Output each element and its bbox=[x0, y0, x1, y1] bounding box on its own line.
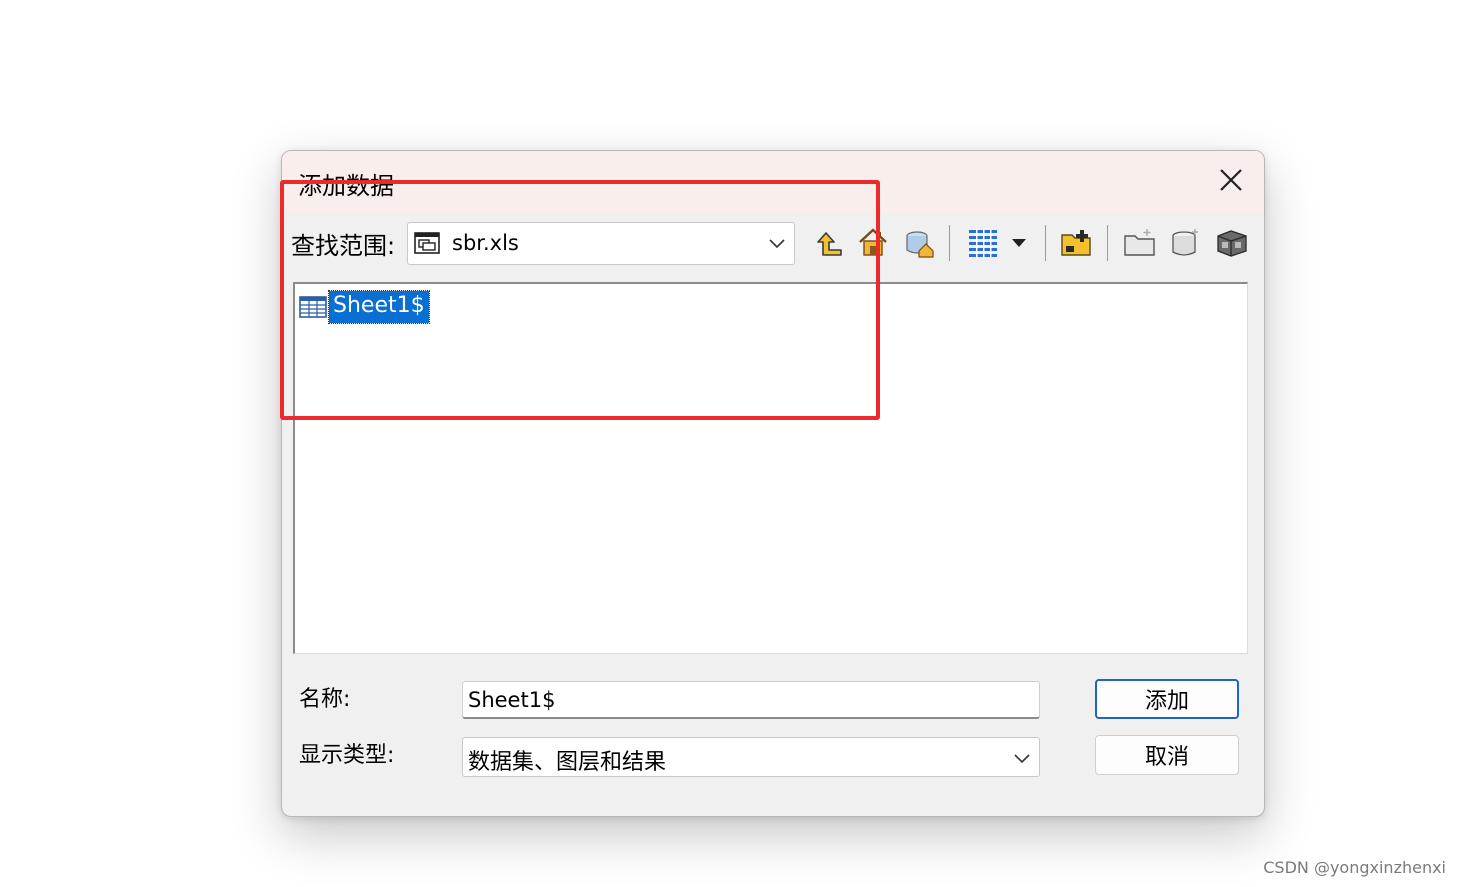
home-icon bbox=[859, 228, 887, 256]
catalog-options-icon bbox=[1217, 230, 1247, 257]
name-input[interactable] bbox=[462, 681, 1040, 719]
new-folder-button[interactable] bbox=[1123, 225, 1157, 261]
show-type-select[interactable]: 数据集、图层和结果 bbox=[462, 737, 1040, 777]
catalog-options-button[interactable] bbox=[1215, 225, 1249, 261]
view-dropdown-button[interactable] bbox=[1007, 225, 1031, 261]
list-item[interactable]: Sheet1$ bbox=[299, 289, 430, 324]
toolbar-separator bbox=[1045, 225, 1046, 261]
excel-workbook-icon bbox=[414, 232, 440, 254]
connect-folder-button[interactable] bbox=[1060, 225, 1094, 261]
watermark: CSDN @yongxinzhenxi bbox=[1263, 858, 1446, 877]
close-icon bbox=[1220, 169, 1242, 191]
look-in-combo[interactable]: sbr.xls bbox=[407, 222, 795, 265]
up-one-level-icon bbox=[817, 232, 842, 256]
connect-folder-icon bbox=[1061, 230, 1091, 256]
up-one-level-button[interactable] bbox=[812, 225, 846, 261]
close-button[interactable] bbox=[1216, 165, 1246, 195]
toolbar-separator bbox=[949, 225, 950, 261]
default-geodatabase-icon bbox=[906, 231, 934, 258]
look-in-value: sbr.xls bbox=[452, 231, 519, 255]
cancel-button[interactable]: 取消 bbox=[1095, 735, 1239, 775]
new-folder-icon bbox=[1124, 229, 1155, 256]
default-geodatabase-button[interactable] bbox=[903, 225, 937, 261]
table-icon bbox=[299, 295, 327, 318]
add-button[interactable]: 添加 bbox=[1095, 679, 1239, 719]
chevron-down-icon bbox=[769, 239, 785, 249]
list-view-button[interactable] bbox=[966, 225, 1000, 261]
new-database-icon bbox=[1172, 229, 1198, 256]
toolbar-separator bbox=[1107, 225, 1108, 261]
screenshot-canvas: 添加数据 查找范围: sbr.xls Sheet1$ 名称: Sheet1$ 显… bbox=[0, 0, 1461, 887]
name-label: 名称: bbox=[299, 687, 351, 712]
chevron-down-icon bbox=[1014, 754, 1030, 764]
title-bar: 添加数据 bbox=[282, 151, 1264, 213]
look-in-label: 查找范围: bbox=[291, 232, 396, 260]
dialog-title: 添加数据 bbox=[298, 172, 394, 200]
add-data-dialog: 添加数据 查找范围: sbr.xls Sheet1$ 名称: Sheet1$ 显… bbox=[281, 150, 1265, 817]
show-type-label: 显示类型: bbox=[299, 743, 395, 768]
list-view-icon bbox=[969, 229, 997, 258]
show-type-value: 数据集、图层和结果 bbox=[468, 750, 667, 775]
home-button[interactable] bbox=[856, 225, 890, 261]
file-list-pane[interactable]: Sheet1$ bbox=[293, 282, 1248, 654]
list-item-label: Sheet1$ bbox=[328, 289, 430, 324]
view-dropdown-icon bbox=[1012, 239, 1026, 247]
new-database-button[interactable] bbox=[1169, 225, 1203, 261]
